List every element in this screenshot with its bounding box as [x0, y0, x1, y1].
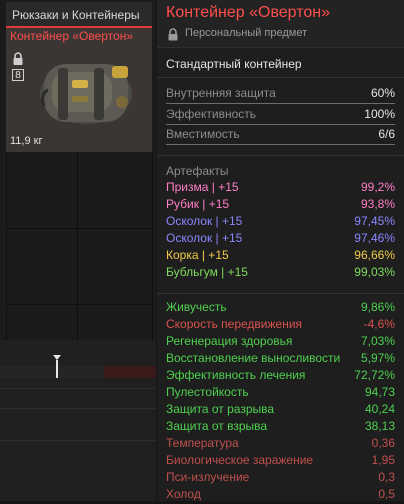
backpack-container-icon: [28, 50, 148, 135]
durability-marker[interactable]: [56, 360, 58, 378]
item-type-row: Стандартный контейнер: [157, 52, 404, 74]
artifact-row-label: Корка | +15: [166, 248, 229, 262]
effect-row-value: 9,86%: [360, 300, 395, 314]
effect-row-value: 7,03%: [360, 334, 395, 348]
effect-row: Живучесть 9,86%: [166, 300, 395, 317]
artifact-row-label: Осколок | +15: [166, 231, 243, 245]
artifact-row[interactable]: Осколок | +15 97,46%: [166, 231, 395, 248]
effect-row-value: 40,24: [364, 402, 395, 416]
artifact-row-value: 99,2%: [360, 180, 395, 194]
stat-label: Вместимость: [166, 127, 240, 141]
effect-row-value: 94,73: [364, 385, 395, 399]
artifact-row-value: 97,45%: [354, 214, 395, 228]
grid-line: [6, 152, 7, 340]
effect-row-label: Эффективность лечения: [166, 368, 306, 382]
artifact-row-value: 93,8%: [360, 197, 395, 211]
effect-row: Биологическое заражение 1,95: [166, 453, 395, 470]
artifact-row[interactable]: Бубльгум | +15 99,03%: [166, 265, 395, 282]
item-info-header: Контейнер «Овертон» Персональный предмет: [157, 0, 404, 48]
divider: [0, 388, 156, 389]
effect-row-label: Восстановление выносливости: [166, 351, 341, 365]
item-info-panel: Контейнер «Овертон» Персональный предмет…: [157, 0, 404, 501]
stat-value: 60%: [370, 86, 395, 100]
artifact-row-value: 99,03%: [354, 265, 395, 279]
effect-row-value: 38,13: [364, 419, 395, 433]
artifact-row-label: Призма | +15: [166, 180, 239, 194]
grid-line: [152, 152, 153, 340]
effect-row-value: -4,6%: [363, 317, 395, 331]
item-slot-title: Контейнер «Овертон»: [10, 29, 134, 43]
effect-row-value: 72,72%: [354, 368, 395, 382]
stat-row: Эффективность 100%: [166, 107, 395, 125]
artifact-row-value: 97,46%: [354, 231, 395, 245]
effect-row-value: 0,3: [378, 470, 395, 484]
effect-row: Эффективность лечения 72,72%: [166, 368, 395, 385]
effect-row: Пси-излучение 0,3: [166, 470, 395, 487]
durability-bar-danger-zone: [104, 366, 156, 378]
effect-row-value: 5,97%: [360, 351, 395, 365]
stat-value: 6/6: [378, 127, 395, 141]
grid-line: [6, 228, 152, 229]
effect-row-label: Биологическое заражение: [166, 453, 314, 467]
effect-row-label: Регенерация здоровья: [166, 334, 293, 348]
effect-row: Защита от взрыва 38,13: [166, 419, 395, 436]
effect-row: Температура 0,36: [166, 436, 395, 453]
stat-label: Внутренняя защита: [166, 86, 276, 100]
artifact-row[interactable]: Рубик | +15 93,8%: [166, 197, 395, 214]
effect-row-label: Пулестойкость: [166, 385, 249, 399]
artifacts-header: Артефакты: [166, 164, 229, 178]
item-title: Контейнер «Овертон»: [166, 4, 331, 21]
item-type: Стандартный контейнер: [166, 57, 302, 71]
effect-row: Восстановление выносливости 5,97%: [166, 351, 395, 368]
effect-row: Пулестойкость 94,73: [166, 385, 395, 402]
effect-row: Скорость передвижения -4,6%: [166, 317, 395, 334]
stat-row: Вместимость 6/6: [166, 127, 395, 145]
effect-row-label: Защита от разрыва: [166, 402, 275, 416]
divider: [0, 440, 156, 441]
selected-item-slot[interactable]: Контейнер «Овертон» 8 11,9 кг: [6, 26, 152, 152]
category-label: Рюкзаки и Контейнеры: [12, 8, 140, 22]
divider: [0, 408, 156, 409]
effect-row-label: Скорость передвижения: [166, 317, 303, 331]
divider: [157, 77, 404, 78]
stat-label: Эффективность: [166, 107, 257, 121]
effect-row: Холод 0,5: [166, 487, 395, 504]
effect-row-value: 1,95: [371, 453, 395, 467]
effect-row-value: 0,36: [371, 436, 395, 450]
inventory-category-tab[interactable]: Рюкзаки и Контейнеры: [6, 2, 152, 27]
artifact-row-label: Бубльгум | +15: [166, 265, 248, 279]
artifact-row[interactable]: Осколок | +15 97,45%: [166, 214, 395, 231]
item-subtitle: Персональный предмет: [185, 27, 308, 39]
slot-count-badge: 8: [12, 69, 24, 81]
artifact-row[interactable]: Призма | +15 99,2%: [166, 180, 395, 197]
artifact-row-label: Осколок | +15: [166, 214, 243, 228]
effect-row-value: 0,5: [378, 487, 395, 501]
artifact-row[interactable]: Корка | +15 96,66%: [166, 248, 395, 265]
effect-row-label: Температура: [166, 436, 239, 450]
stat-row: Внутренняя защита 60%: [166, 86, 395, 104]
artifact-row-value: 96,66%: [354, 248, 395, 262]
effect-row: Регенерация здоровья 7,03%: [166, 334, 395, 351]
divider: [157, 155, 404, 156]
item-weight: 11,9 кг: [10, 135, 43, 147]
effect-row-label: Пси-излучение: [166, 470, 250, 484]
effect-row-label: Защита от взрыва: [166, 419, 268, 433]
stat-value: 100%: [364, 107, 395, 121]
effect-row: Защита от разрыва 40,24: [166, 402, 395, 419]
effect-row-label: Живучесть: [166, 300, 227, 314]
grid-line: [6, 304, 152, 305]
bottom-status-area: [0, 340, 156, 501]
grid-line: [77, 152, 78, 340]
lock-icon: [167, 28, 179, 46]
effect-row-label: Холод: [166, 487, 201, 501]
marker-arrow-icon: [53, 355, 61, 360]
divider: [157, 293, 404, 294]
artifact-row-label: Рубик | +15: [166, 197, 230, 211]
inventory-panel: Рюкзаки и Контейнеры Контейнер «Овертон»…: [0, 0, 156, 501]
